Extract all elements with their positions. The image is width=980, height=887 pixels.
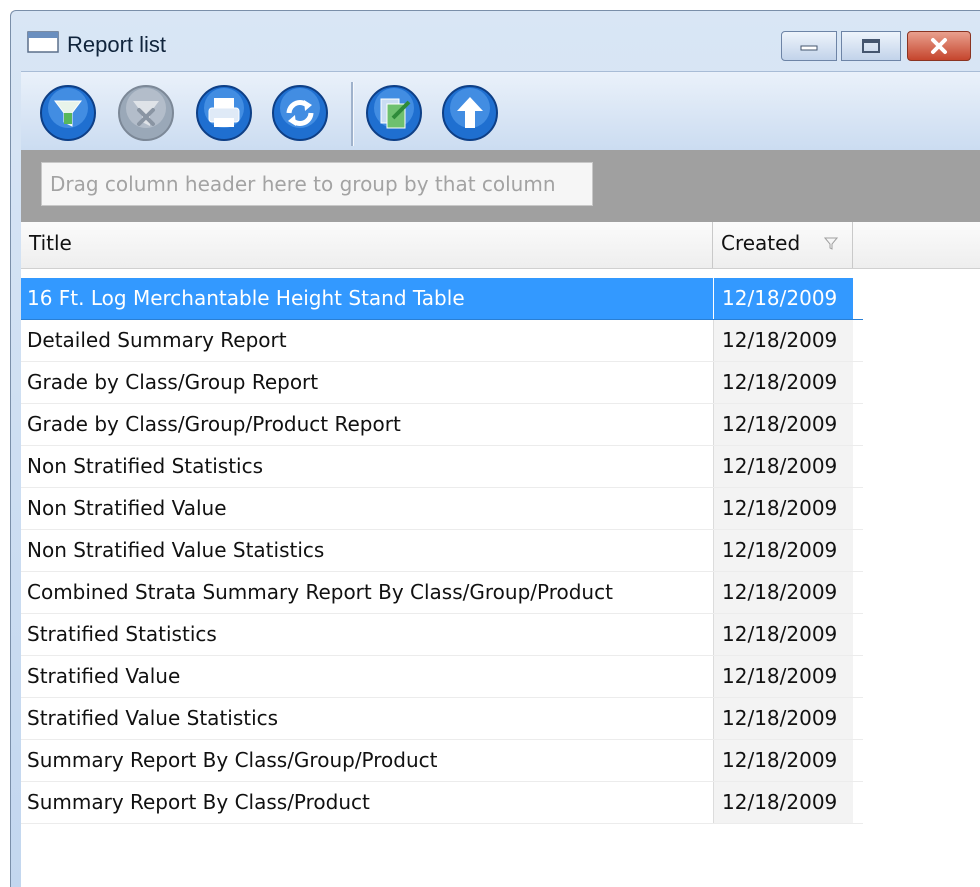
cell-title[interactable]: Non Stratified Statistics xyxy=(21,446,713,487)
cell-title[interactable]: Stratified Value Statistics xyxy=(21,698,713,739)
cell-created[interactable]: 12/18/2009 xyxy=(713,740,853,781)
column-header-created-label: Created xyxy=(721,231,801,255)
column-header-title-label: Title xyxy=(29,231,72,255)
report-list-window: Report list Drag column header here to g… xyxy=(10,10,980,887)
cell-title[interactable]: Summary Report By Class/Product xyxy=(21,782,713,823)
cell-title[interactable]: Combined Strata Summary Report By Class/… xyxy=(21,572,713,613)
cell-title[interactable]: Non Stratified Value xyxy=(21,488,713,529)
cell-title[interactable]: Grade by Class/Group/Product Report xyxy=(21,404,713,445)
cell-title[interactable]: Detailed Summary Report xyxy=(21,320,713,361)
cell-title[interactable]: Summary Report By Class/Group/Product xyxy=(21,740,713,781)
table-row[interactable]: Non Stratified Statistics 12/18/2009 xyxy=(21,446,863,488)
close-icon xyxy=(931,38,947,54)
window-icon xyxy=(27,31,59,53)
table-row[interactable]: 16 Ft. Log Merchantable Height Stand Tab… xyxy=(21,278,863,320)
up-arrow-icon[interactable] xyxy=(441,84,499,142)
table-row[interactable]: Stratified Value Statistics 12/18/2009 xyxy=(21,698,863,740)
print-icon[interactable] xyxy=(195,84,253,142)
table-row[interactable]: Non Stratified Value Statistics 12/18/200… xyxy=(21,530,863,572)
cell-created[interactable]: 12/18/2009 xyxy=(713,488,853,529)
cell-created[interactable]: 12/18/2009 xyxy=(713,782,853,823)
filter-icon[interactable] xyxy=(39,84,97,142)
table-row[interactable]: Detailed Summary Report 12/18/2009 xyxy=(21,320,863,362)
cell-created[interactable]: 12/18/2009 xyxy=(713,404,853,445)
filter-funnel-icon[interactable] xyxy=(824,236,838,250)
cell-created[interactable]: 12/18/2009 xyxy=(713,530,853,571)
table-row[interactable]: Stratified Statistics 12/18/2009 xyxy=(21,614,863,656)
refresh-icon[interactable] xyxy=(271,84,329,142)
toolbar-separator xyxy=(351,82,354,146)
cell-title[interactable]: Grade by Class/Group Report xyxy=(21,362,713,403)
cell-created[interactable]: 12/18/2009 xyxy=(713,278,853,319)
cell-created[interactable]: 12/18/2009 xyxy=(713,614,853,655)
cell-title[interactable]: Non Stratified Value Statistics xyxy=(21,530,713,571)
table-row[interactable]: Grade by Class/Group Report 12/18/2009 xyxy=(21,362,863,404)
maximize-button[interactable] xyxy=(841,31,901,61)
close-button[interactable] xyxy=(907,31,971,61)
table-row[interactable]: Stratified Value 12/18/2009 xyxy=(21,656,863,698)
grid-rows: 16 Ft. Log Merchantable Height Stand Tab… xyxy=(21,278,863,824)
table-row[interactable]: Summary Report By Class/Product 12/18/200… xyxy=(21,782,863,824)
table-row[interactable]: Grade by Class/Group/Product Report 12/18… xyxy=(21,404,863,446)
column-header-title[interactable]: Title xyxy=(21,222,713,268)
cell-title[interactable]: Stratified Statistics xyxy=(21,614,713,655)
table-row[interactable]: Combined Strata Summary Report By Class/… xyxy=(21,572,863,614)
table-row[interactable]: Non Stratified Value 12/18/2009 xyxy=(21,488,863,530)
toolbar xyxy=(21,71,980,158)
grid-header: Title Created xyxy=(21,222,980,269)
cell-created[interactable]: 12/18/2009 xyxy=(713,698,853,739)
cell-created[interactable]: 12/18/2009 xyxy=(713,572,853,613)
cell-title[interactable]: Stratified Value xyxy=(21,656,713,697)
cell-created[interactable]: 12/18/2009 xyxy=(713,656,853,697)
cell-created[interactable]: 12/18/2009 xyxy=(713,446,853,487)
export-icon[interactable] xyxy=(365,84,423,142)
group-by-hint: Drag column header here to group by that… xyxy=(41,162,593,206)
column-header-created[interactable]: Created xyxy=(713,222,853,268)
maximize-icon xyxy=(862,39,880,53)
clear-filter-icon[interactable] xyxy=(117,84,175,142)
group-by-panel[interactable]: Drag column header here to group by that… xyxy=(21,150,980,222)
minimize-button[interactable] xyxy=(781,31,837,61)
window-title: Report list xyxy=(67,32,167,57)
report-grid: Title Created 16 Ft. Log Merchantable He… xyxy=(21,222,980,887)
title-bar[interactable]: Report list xyxy=(11,11,980,71)
cell-created[interactable]: 12/18/2009 xyxy=(713,362,853,403)
table-row[interactable]: Summary Report By Class/Group/Product 12/… xyxy=(21,740,863,782)
cell-created[interactable]: 12/18/2009 xyxy=(713,320,853,361)
cell-title[interactable]: 16 Ft. Log Merchantable Height Stand Tab… xyxy=(21,278,713,319)
minimize-icon xyxy=(800,45,818,51)
